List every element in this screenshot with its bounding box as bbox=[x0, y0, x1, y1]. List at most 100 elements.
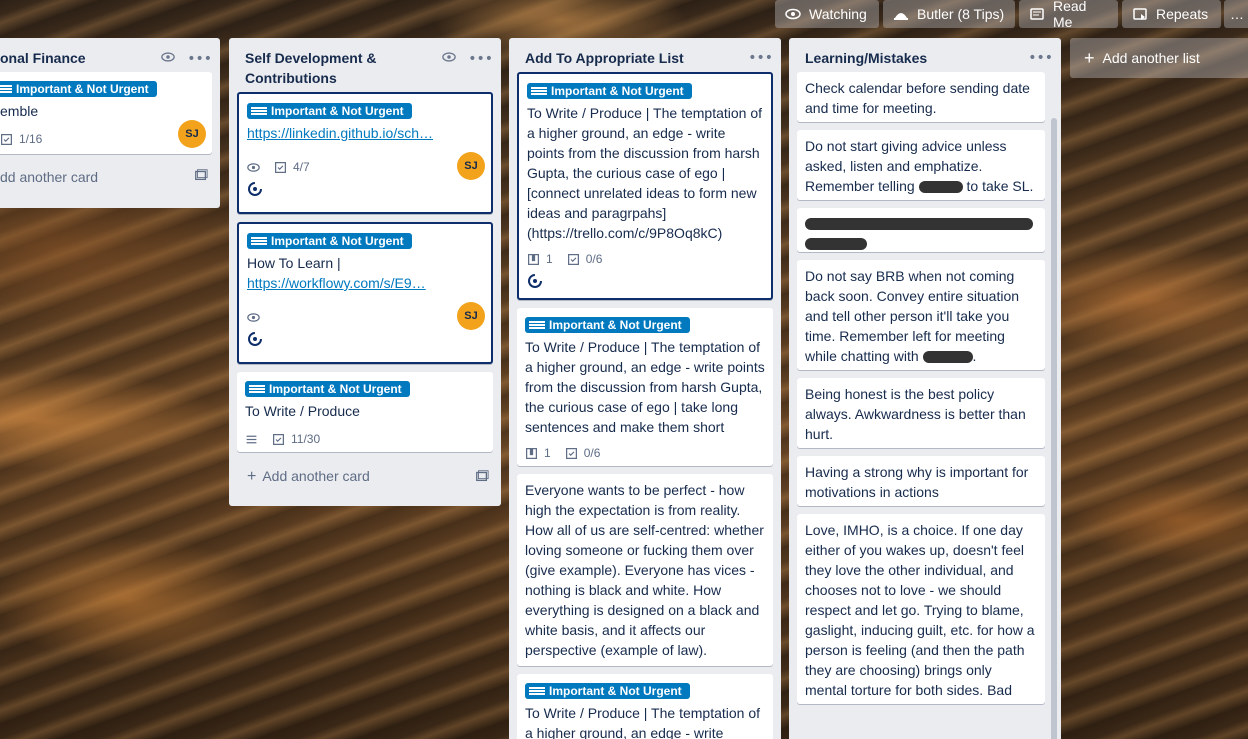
list-menu-icon[interactable]: ••• bbox=[468, 51, 493, 67]
avatar[interactable]: SJ bbox=[457, 152, 485, 180]
card[interactable]: Having a strong why is important for mot… bbox=[797, 456, 1045, 506]
list-add-to-appropriate: Add To Appropriate List ••• Important & … bbox=[509, 38, 781, 739]
list-learning-mistakes: Learning/Mistakes ••• Check calendar bef… bbox=[789, 38, 1061, 739]
card[interactable]: Important & Not Urgent emble 1/16 SJ bbox=[0, 72, 212, 154]
list-scrollbar[interactable] bbox=[1051, 118, 1057, 739]
scrollbar-thumb[interactable] bbox=[1051, 118, 1057, 739]
add-list-label: Add another list bbox=[1102, 50, 1200, 66]
checklist-icon bbox=[275, 161, 286, 173]
sync-icon bbox=[528, 274, 542, 288]
watching-badge bbox=[247, 311, 260, 324]
repeats-button[interactable]: Repeats bbox=[1122, 0, 1221, 28]
add-list-button[interactable]: + Add another list bbox=[1070, 38, 1248, 78]
checklist-icon bbox=[273, 433, 284, 445]
list-menu-icon[interactable]: ••• bbox=[187, 51, 212, 67]
card-link[interactable]: https://linkedin.github.io/sch… bbox=[247, 123, 483, 143]
card[interactable]: Do not start giving advice unless asked,… bbox=[797, 130, 1045, 200]
label-flag-icon bbox=[0, 85, 12, 93]
list-menu-icon[interactable]: ••• bbox=[1028, 50, 1053, 66]
card-title: How To Learn | bbox=[247, 255, 341, 271]
sync-icon bbox=[248, 332, 262, 346]
read-me-button[interactable]: Read Me bbox=[1019, 0, 1118, 30]
butler-button[interactable]: Butler (8 Tips) bbox=[883, 0, 1015, 28]
avatar[interactable]: SJ bbox=[178, 120, 206, 148]
list-personal-finance: onal Finance ••• Important & Not Urgent … bbox=[0, 38, 220, 208]
repeat-icon bbox=[1132, 6, 1148, 22]
card-title: To Write / Produce | The temptation of a… bbox=[525, 339, 765, 435]
watching-label: Watching bbox=[809, 6, 867, 22]
label-flag-icon bbox=[251, 107, 267, 115]
list-title: Learning/Mistakes bbox=[805, 50, 928, 66]
card-template-icon[interactable] bbox=[475, 469, 489, 486]
redacted-text bbox=[805, 218, 1033, 230]
label-important-not-urgent: Important & Not Urgent bbox=[247, 233, 412, 249]
card[interactable]: Check calendar before sending date and t… bbox=[797, 72, 1045, 122]
label-important-not-urgent: Important & Not Urgent bbox=[527, 83, 692, 99]
card[interactable]: Important & Not Urgent To Write / Produc… bbox=[517, 308, 773, 466]
card[interactable]: Important & Not Urgent https://linkedin.… bbox=[237, 92, 493, 214]
list-title: onal Finance bbox=[0, 50, 86, 66]
add-card-label: dd another card bbox=[0, 168, 99, 185]
label-important-not-urgent: Important & Not Urgent bbox=[245, 381, 410, 397]
checklist-badge: 0/6 bbox=[565, 443, 600, 463]
label-text: Important & Not Urgent bbox=[271, 104, 404, 118]
label-important-not-urgent: Important & Not Urgent bbox=[525, 317, 690, 333]
attachment-badge: 1 bbox=[527, 249, 553, 269]
avatar[interactable]: SJ bbox=[457, 302, 485, 330]
list-title: Add To Appropriate List bbox=[525, 50, 684, 66]
label-important-not-urgent: Important & Not Urgent bbox=[247, 103, 412, 119]
add-card-button[interactable]: + Add another card bbox=[229, 460, 501, 496]
redacted-text bbox=[805, 238, 867, 250]
watching-button[interactable]: Watching bbox=[775, 0, 879, 28]
card-title: Do not start giving advice unless asked,… bbox=[805, 138, 1034, 194]
label-text: Important & Not Urgent bbox=[549, 684, 682, 698]
label-important-not-urgent: Important & Not Urgent bbox=[0, 81, 157, 97]
card[interactable]: Do not say BRB when not coming back soon… bbox=[797, 260, 1045, 370]
read-me-label: Read Me bbox=[1053, 0, 1087, 30]
card[interactable]: Important & Not Urgent To Write / Produc… bbox=[237, 372, 493, 452]
description-icon bbox=[246, 435, 257, 443]
butler-icon bbox=[893, 6, 909, 22]
watch-icon[interactable] bbox=[161, 50, 175, 68]
repeats-label: Repeats bbox=[1156, 6, 1209, 22]
butler-label: Butler (8 Tips) bbox=[917, 6, 1005, 22]
label-flag-icon bbox=[529, 687, 545, 695]
label-text: Important & Not Urgent bbox=[551, 84, 684, 98]
watch-icon[interactable] bbox=[442, 50, 456, 68]
redacted-name bbox=[922, 351, 973, 364]
more-menu-button[interactable]: … bbox=[1224, 0, 1248, 28]
checklist-icon bbox=[567, 253, 579, 265]
checklist-badge: 11/30 bbox=[272, 429, 320, 449]
card[interactable]: Everyone wants to be perfect - how high … bbox=[517, 474, 773, 666]
card-template-icon[interactable] bbox=[194, 168, 208, 185]
card-title: To Write / Produce | The temptation of a… bbox=[527, 105, 763, 241]
label-text: Important & Not Urgent bbox=[269, 382, 402, 396]
label-text: Important & Not Urgent bbox=[271, 234, 404, 248]
label-flag-icon bbox=[249, 385, 265, 393]
checklist-icon bbox=[1, 133, 12, 145]
add-card-label: Add another card bbox=[262, 468, 370, 484]
sync-icon bbox=[248, 182, 262, 196]
card-title: Check calendar before sending date and t… bbox=[805, 80, 1030, 116]
eye-icon bbox=[247, 312, 260, 322]
card-title: Do not say BRB when not coming back soon… bbox=[805, 268, 1020, 364]
label-text: Important & Not Urgent bbox=[16, 82, 149, 96]
redacted-name bbox=[918, 181, 963, 194]
attachment-icon bbox=[528, 253, 539, 265]
add-card-button[interactable]: dd another card bbox=[0, 162, 220, 195]
label-flag-icon bbox=[529, 321, 545, 329]
card[interactable] bbox=[797, 208, 1045, 252]
card-title: Having a strong why is important for mot… bbox=[805, 464, 1029, 500]
card-title: Being honest is the best policy always. … bbox=[805, 386, 1026, 442]
description-badge bbox=[245, 433, 258, 446]
card-link[interactable]: https://workflowy.com/s/E9… bbox=[247, 273, 483, 293]
card[interactable]: Being honest is the best policy always. … bbox=[797, 378, 1045, 448]
card[interactable]: Important & Not Urgent To Write / Produc… bbox=[517, 72, 773, 300]
list-menu-icon[interactable]: ••• bbox=[748, 50, 773, 66]
card[interactable]: Important & Not Urgent To Write / Produc… bbox=[517, 674, 773, 739]
card[interactable]: Important & Not Urgent How To Learn | ht… bbox=[237, 222, 493, 364]
card[interactable]: Love, IMHO, is a choice. If one day eith… bbox=[797, 514, 1045, 704]
eye-icon bbox=[785, 6, 801, 22]
label-flag-icon bbox=[531, 87, 547, 95]
watching-badge bbox=[247, 161, 260, 174]
